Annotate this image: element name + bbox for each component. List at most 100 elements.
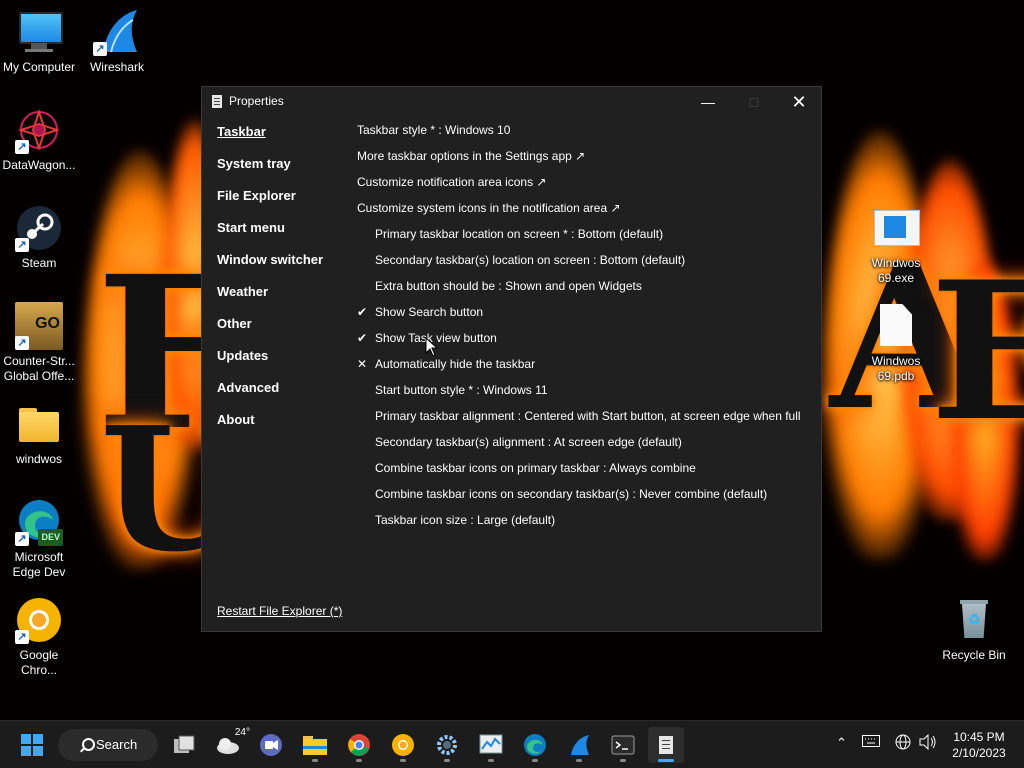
close-button[interactable]: ✕	[776, 87, 822, 117]
setting-taskbar-icon-size[interactable]: Taskbar icon size : Large (default)	[357, 511, 817, 537]
window-title: Properties	[229, 94, 284, 108]
nav-item-advanced[interactable]: Advanced	[217, 379, 323, 411]
nav-item-file-explorer[interactable]: File Explorer	[217, 187, 323, 219]
chat-icon	[260, 734, 282, 756]
nav-item-taskbar[interactable]: Taskbar	[217, 123, 323, 155]
desktop-icon-label: Steam	[21, 256, 57, 270]
terminal-taskbar-button[interactable]	[605, 727, 641, 763]
edge-dev-icon: DEV ↗	[15, 498, 63, 546]
setting-secondary-taskbar-alignment[interactable]: Secondary taskbar(s) alignment : At scre…	[357, 433, 817, 459]
monitor-icon	[15, 8, 63, 56]
wireshark-fin-icon	[571, 735, 589, 755]
desktop-icon-wireshark[interactable]: ↗ Wireshark	[79, 8, 155, 75]
desktop-icon-google-chrome[interactable]: ↗ Google Chro...	[1, 596, 77, 678]
network-button[interactable]	[895, 734, 911, 753]
gear-icon	[437, 735, 457, 755]
search-label: Search	[96, 737, 138, 752]
nav-item-system-tray[interactable]: System tray	[217, 155, 323, 187]
desktop-icon-recycle-bin[interactable]: ♻ Recycle Bin	[936, 596, 1012, 663]
setting-primary-taskbar-location[interactable]: Primary taskbar location on screen * : B…	[357, 225, 817, 251]
show-hidden-icons-button[interactable]: ⌃	[836, 735, 847, 751]
title-bar[interactable]: Properties — □ ✕	[202, 87, 821, 117]
desktop-icon-csgo[interactable]: GO ↗ Counter-Str... Global Offe...	[1, 302, 77, 384]
running-indicator	[488, 759, 494, 762]
exe-file-icon	[872, 204, 920, 252]
desktop-icon-label: Google Chro...	[19, 648, 59, 677]
setting-combine-icons-secondary[interactable]: Combine taskbar icons on secondary taskb…	[357, 485, 817, 511]
desktop-icon-label: Counter-Str... Global Offe...	[3, 354, 75, 383]
clock-time: 10:45 PM	[953, 730, 1005, 744]
chrome-icon	[348, 734, 370, 756]
teams-chat-button[interactable]	[253, 727, 289, 763]
shortcut-arrow-icon: ↗	[15, 336, 29, 350]
chrome-taskbar-button[interactable]	[341, 727, 377, 763]
setting-primary-taskbar-alignment[interactable]: Primary taskbar alignment : Centered wit…	[357, 407, 817, 433]
resource-monitor-taskbar-button[interactable]	[473, 727, 509, 763]
nav-item-window-switcher[interactable]: Window switcher	[217, 251, 323, 283]
weather-widget-button[interactable]: 24°	[210, 727, 250, 763]
edge-dev-taskbar-button[interactable]	[517, 727, 553, 763]
task-view-button[interactable]	[166, 727, 202, 763]
blank-file-icon	[872, 302, 920, 350]
desktop-icon-windwos-exe[interactable]: Windwos 69.exe	[858, 204, 934, 286]
setting-secondary-taskbar-location[interactable]: Secondary taskbar(s) location on screen …	[357, 251, 817, 277]
desktop-icon-label: Wireshark	[89, 60, 144, 74]
desktop-icon-label: Windwos 69.pdb	[871, 354, 921, 383]
nav-item-start-menu[interactable]: Start menu	[217, 219, 323, 251]
shortcut-arrow-icon: ↗	[93, 42, 107, 56]
desktop-icon-my-computer[interactable]: My Computer	[1, 8, 77, 75]
desktop-icon-datawagon[interactable]: ↗ DataWagon...	[1, 106, 77, 173]
setting-extra-button[interactable]: Extra button should be : Shown and open …	[357, 277, 817, 303]
chrome-canary-taskbar-button[interactable]	[385, 727, 421, 763]
running-indicator	[400, 759, 406, 762]
setting-taskbar-style[interactable]: Taskbar style * : Windows 10	[357, 121, 817, 147]
csgo-icon: GO ↗	[15, 302, 63, 350]
setting-start-button-style[interactable]: Start button style * : Windows 11	[357, 381, 817, 407]
running-indicator	[576, 759, 582, 762]
chrome-canary-icon	[392, 734, 414, 756]
nav-item-weather[interactable]: Weather	[217, 283, 323, 315]
desktop-icon-label: Windwos 69.exe	[871, 256, 921, 285]
setting-customize-notification-icons-link[interactable]: Customize notification area icons ↗	[357, 173, 817, 199]
file-explorer-taskbar-button[interactable]	[297, 727, 333, 763]
shortcut-arrow-icon: ↗	[15, 630, 29, 644]
setting-more-taskbar-options-link[interactable]: More taskbar options in the Settings app…	[357, 147, 817, 173]
minimize-button[interactable]: —	[685, 87, 731, 117]
desktop-icon-windwos-folder[interactable]: windwos	[1, 400, 77, 467]
taskbar: Search 24° ⌃ 10:45 PM 2/10/2023	[0, 720, 1024, 768]
keyboard-icon	[862, 735, 880, 747]
taskbar-clock[interactable]: 10:45 PM 2/10/2023	[944, 729, 1014, 761]
shortcut-arrow-icon: ↗	[15, 238, 29, 252]
cross-mark-icon: ✕	[357, 357, 368, 371]
shortcut-arrow-icon: ↗	[15, 140, 29, 154]
desktop-icon-steam[interactable]: ↗ Steam	[1, 204, 77, 271]
nav-item-about[interactable]: About	[217, 411, 323, 443]
globe-network-icon	[895, 734, 911, 750]
setting-show-search-button[interactable]: ✔ Show Search button	[357, 303, 817, 329]
nav-item-other[interactable]: Other	[217, 315, 323, 347]
wireshark-fin-icon: ↗	[93, 8, 141, 56]
restart-file-explorer-link[interactable]: Restart File Explorer (*)	[217, 604, 342, 618]
setting-auto-hide-taskbar[interactable]: ✕ Automatically hide the taskbar	[357, 355, 817, 381]
chrome-canary-icon: ↗	[15, 596, 63, 644]
setting-customize-system-icons-link[interactable]: Customize system icons in the notificati…	[357, 199, 817, 225]
nav-item-updates[interactable]: Updates	[217, 347, 323, 379]
maximize-button[interactable]: □	[731, 87, 777, 117]
touch-keyboard-button[interactable]	[862, 735, 880, 750]
terminal-icon	[611, 735, 635, 755]
volume-button[interactable]	[919, 733, 937, 753]
properties-taskbar-button[interactable]	[648, 727, 684, 763]
desktop-icon-windwos-pdb[interactable]: Windwos 69.pdb	[858, 302, 934, 384]
properties-app-icon	[659, 736, 673, 754]
wireshark-taskbar-button[interactable]	[561, 727, 597, 763]
windows-logo-icon	[21, 734, 43, 756]
desktop-icon-label: windwos	[15, 452, 63, 466]
start-button[interactable]	[14, 727, 50, 763]
desktop-icon-edge-dev[interactable]: DEV ↗ Microsoft Edge Dev	[1, 498, 77, 580]
active-indicator	[658, 759, 674, 762]
taskbar-search-button[interactable]: Search	[58, 729, 158, 761]
running-indicator	[532, 759, 538, 762]
setting-combine-icons-primary[interactable]: Combine taskbar icons on primary taskbar…	[357, 459, 817, 485]
performance-monitor-icon	[479, 734, 503, 754]
settings-taskbar-button[interactable]	[429, 727, 465, 763]
